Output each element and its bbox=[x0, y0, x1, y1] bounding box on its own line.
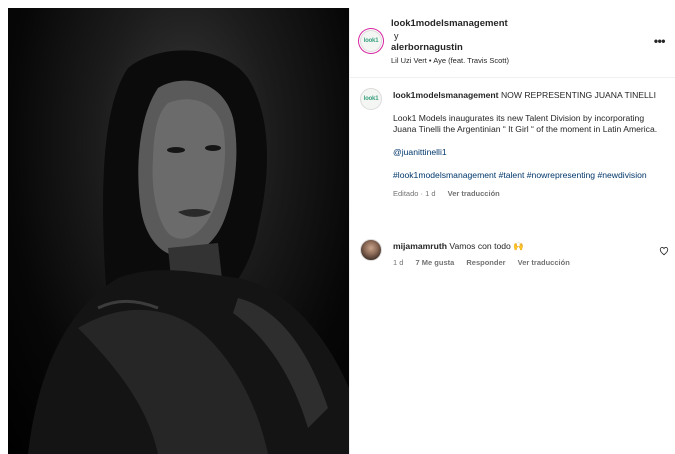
reply-button[interactable]: Responder bbox=[466, 258, 505, 267]
caption-text: look1modelsmanagement NOW REPRESENTING J… bbox=[393, 90, 665, 199]
caption-body: Look1 Models inaugurates its new Talent … bbox=[393, 112, 658, 135]
post-side-panel: look1 look1modelsmanagement y alerbornag… bbox=[350, 8, 675, 454]
account-avatar[interactable]: look1 bbox=[360, 30, 382, 52]
edited-label: Editado · 1 d bbox=[393, 188, 436, 198]
comment-time: 1 d bbox=[393, 258, 404, 267]
heart-icon[interactable] bbox=[659, 246, 669, 256]
post-header: look1 look1modelsmanagement y alerbornag… bbox=[350, 8, 675, 78]
portrait-image bbox=[28, 50, 349, 454]
post-photo[interactable] bbox=[8, 8, 349, 454]
comment-meta: 1 d 7 Me gusta Responder Ver traducción bbox=[393, 258, 580, 267]
collab-conjunction: y bbox=[394, 31, 399, 41]
mention-link[interactable]: @juanittinelli1 bbox=[393, 147, 447, 157]
comment-text: mijamamruth Vamos con todo 🙌 bbox=[393, 241, 524, 252]
comment-likes-count[interactable]: 7 Me gusta bbox=[416, 258, 455, 267]
avatar-logo-text: look1 bbox=[363, 38, 379, 44]
comment-username[interactable]: mijamamruth bbox=[393, 241, 447, 251]
caption-username[interactable]: look1modelsmanagement bbox=[393, 90, 499, 100]
more-options-button[interactable]: ••• bbox=[653, 34, 666, 48]
hashtags-link[interactable]: #look1modelsmanagement #talent #nowrepre… bbox=[393, 170, 647, 180]
comment-translate-button[interactable]: Ver traducción bbox=[518, 258, 570, 267]
caption-avatar[interactable]: look1 bbox=[360, 88, 382, 110]
avatar-logo-text: look1 bbox=[363, 96, 379, 102]
comment-item: mijamamruth Vamos con todo 🙌 1 d 7 Me gu… bbox=[350, 236, 675, 276]
comment-avatar[interactable] bbox=[360, 239, 382, 261]
comment-body: Vamos con todo 🙌 bbox=[449, 241, 524, 251]
caption-title: NOW REPRESENTING JUANA TINELLI bbox=[500, 90, 656, 100]
caption-translate-button[interactable]: Ver traducción bbox=[448, 189, 500, 198]
account-username-2[interactable]: alerbornagustin bbox=[391, 42, 463, 53]
account-username-1[interactable]: look1modelsmanagement bbox=[391, 18, 508, 29]
more-horizontal-icon: ••• bbox=[653, 34, 666, 48]
audio-track-link[interactable]: Lil Uzi Vert • Aye (feat. Travis Scott) bbox=[391, 56, 509, 65]
